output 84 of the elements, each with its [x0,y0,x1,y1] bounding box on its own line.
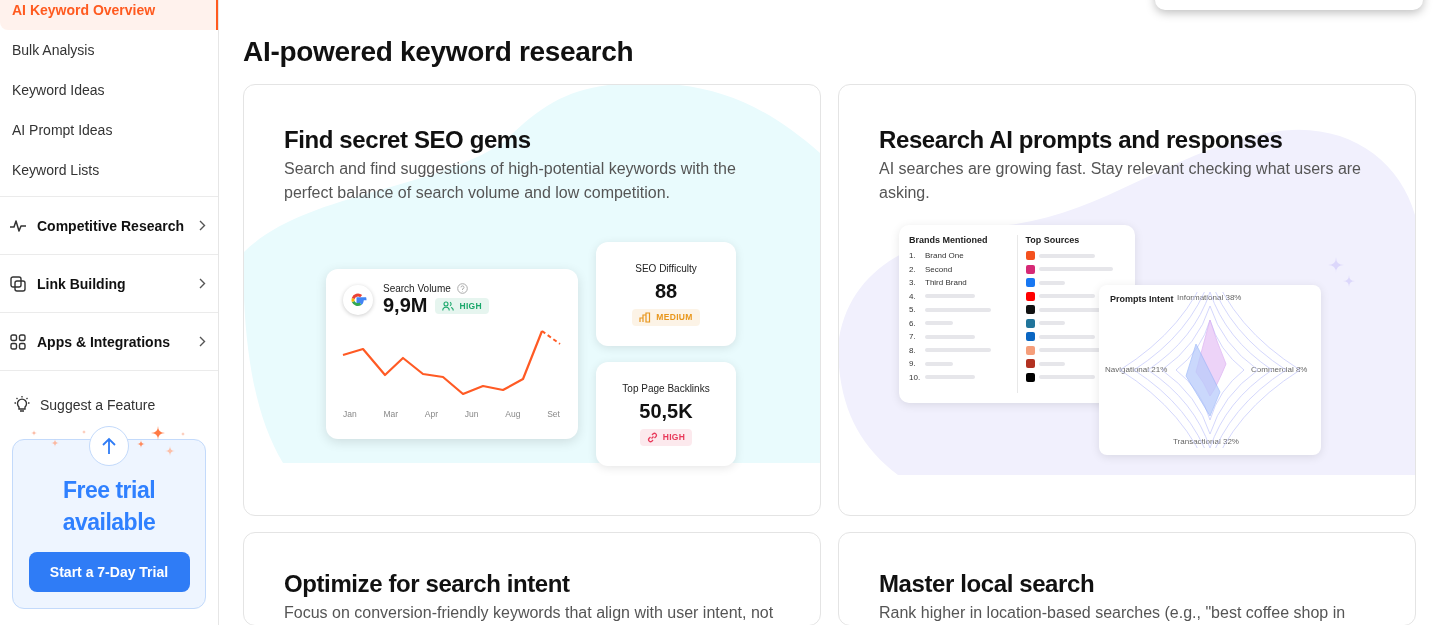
card-title: Master local search [879,569,1096,599]
suggest-feature-link[interactable]: Suggest a Feature [40,397,156,413]
month-label: Jun [464,409,479,419]
list-number: 8. [909,345,917,355]
page-title: AI-powered keyword research [243,35,634,69]
sidebar-nav-item[interactable]: Bulk Analysis [0,30,218,70]
chevron-right-icon [199,220,206,231]
level-badge: HIGH [639,428,693,446]
placeholder-bar [925,294,975,299]
copy-icon [10,275,26,292]
list-number: 7. [909,332,917,342]
sidebar-nav-item[interactable]: Keyword Ideas [0,70,218,110]
sidebar-nav-item[interactable]: Keyword Lists [0,150,218,190]
placeholder-bar [1038,375,1095,380]
month-label: Set [547,409,560,419]
placeholder-bar [925,307,991,312]
brand-name: Brand One [925,251,964,261]
list-number: 6. [909,318,917,328]
g-logo-icon [343,285,373,315]
section-label: Competitive Research [37,217,186,234]
month-label: Mar [383,409,399,419]
sidebar-section[interactable]: Competitive Research [0,197,218,255]
card-title: Optimize for search intent [284,569,571,599]
level-badge: MEDIUM [632,308,700,326]
placeholder-bar [1038,334,1095,339]
placeholder-bar [925,321,953,326]
metric-value: 50,5K [639,399,693,423]
placeholder-bar [925,361,953,366]
brand-name: Third Brand [925,278,967,288]
start-trial-button[interactable]: Start a 7-Day Trial [28,552,190,592]
chevron-right-icon [199,336,206,347]
placeholder-bar [1038,280,1065,285]
metric-label: Search Volume [383,283,451,294]
brand-name: Second [925,264,953,274]
placeholder-bar [1038,321,1065,326]
grid-icon [10,333,26,350]
pulse-icon [9,218,27,233]
axis-label: Navigational 21% [1105,365,1168,374]
metric-label: SEO Difficulty [635,262,697,274]
placeholder-bar [925,348,991,353]
month-label: Aug [505,409,521,419]
card-title: Research AI prompts and responses [879,125,1284,155]
chevron-right-icon [199,278,206,289]
list-number: 9. [909,359,917,369]
placeholder-bar [1038,361,1065,366]
card-description: Focus on conversion-friendly keywords that align with user intent, not [284,603,775,623]
section-label: Apps & Integrations [37,333,171,350]
list-heading: Top Sources [1025,235,1081,245]
list-heading: Brands Mentioned [909,235,989,245]
placeholder-bar [1038,253,1095,258]
level-badge: HIGH [435,297,489,314]
section-label: Link Building [37,275,127,292]
sparkle-icon [31,426,185,456]
list-number: 2. [909,264,917,274]
sidebar-section[interactable]: Link Building [0,255,218,313]
link-icon [646,431,658,443]
list-number: 1. [909,251,917,261]
axis-label: Commercial 8% [1251,365,1308,374]
sidebar-section[interactable]: Apps & Integrations [0,313,218,371]
card-description: Search and find suggestions of high-potential keywords with the perfect balance of search volume and low competition. [284,159,737,203]
placeholder-bar [925,334,975,339]
placeholder-bar [925,375,975,380]
month-label: Jan [343,409,357,419]
bars-icon [639,311,652,323]
help-icon [456,283,468,294]
list-number: 4. [909,291,917,301]
month-label: Apr [424,409,439,419]
axis-label: Transactional 32% [1173,437,1239,446]
card-heading: Prompts Intent [1110,294,1174,304]
lightbulb-icon [12,395,32,415]
list-number: 10. [909,372,921,382]
metric-value: 88 [654,279,678,303]
card-description: AI searches are growing fast. Stay relevant checking what users are asking. [879,159,1362,203]
list-number: 5. [909,305,917,315]
card-title: Find secret SEO gems [284,125,532,155]
metric-value: 9,9M [383,294,428,317]
metric-label: Top Page Backlinks [622,382,710,394]
card-description: Rank higher in location-based searches (e.g., "best coffee shop in [879,603,1347,623]
trial-title: Free trial available [61,476,157,537]
axis-label: Informational 38% [1177,293,1242,302]
people-icon [442,300,455,311]
sidebar-nav-item[interactable]: AI Prompt Ideas [0,110,218,150]
placeholder-bar [1038,294,1095,299]
list-number: 3. [909,278,917,288]
